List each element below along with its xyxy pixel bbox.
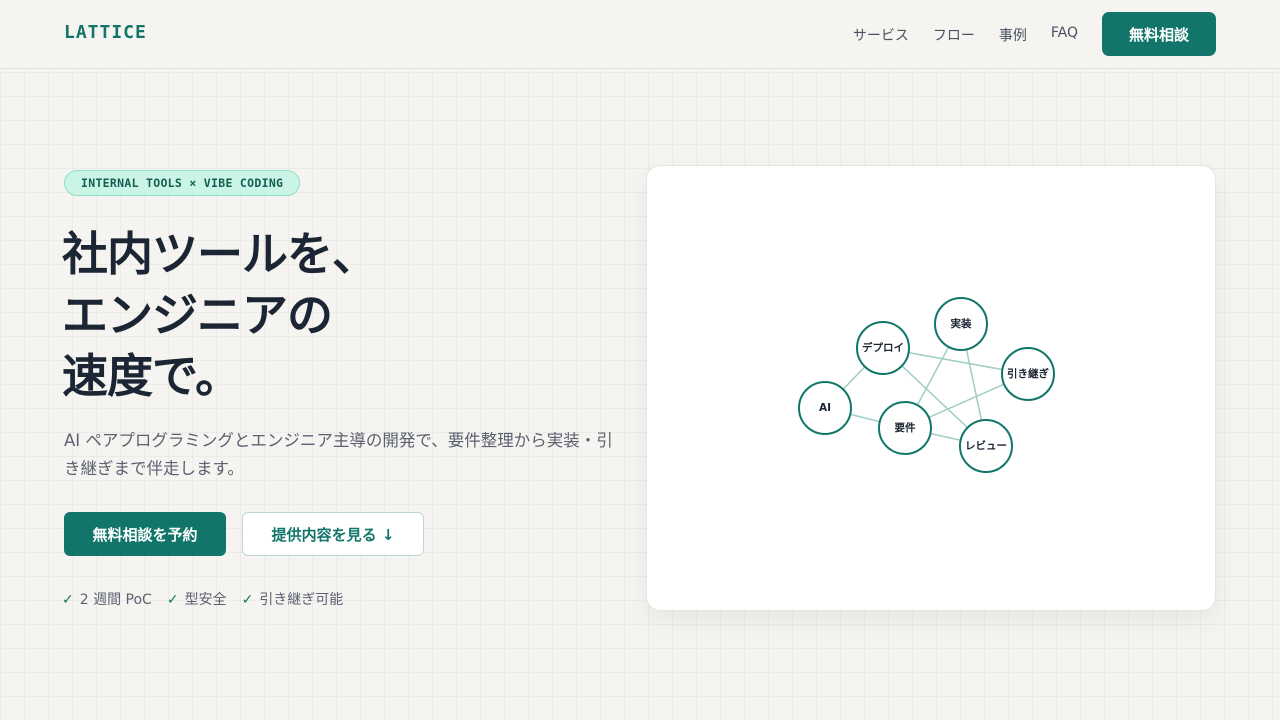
nav-item-cases[interactable]: 事例: [999, 25, 1027, 45]
workflow-graph: AI デプロイ 実装 引き継ぎ 要件 レビュー: [798, 297, 1055, 473]
nav-item-services[interactable]: サービス: [853, 25, 909, 45]
graph-node-label: 実装: [951, 317, 972, 330]
hero-description: AI ペアプログラミングとエンジニア主導の開発で、要件整理から実装・引き継ぎまで…: [64, 431, 613, 478]
graph-node: 引き継ぎ: [1001, 347, 1055, 401]
graph-node-label: レビュー: [965, 439, 1007, 452]
graph-node: デプロイ: [856, 321, 910, 375]
check-icon: ✓: [62, 592, 74, 608]
feature-item: ✓ 型安全: [167, 589, 227, 609]
feature-item: ✓ 2 週間 PoC: [62, 589, 152, 609]
main-nav: サービス フロー 事例 FAQ: [853, 25, 1078, 45]
hero-title-line: 社内ツールを、: [62, 227, 378, 281]
hero-badge: INTERNAL TOOLS × VIBE CODING: [64, 170, 301, 196]
graph-node-label: 引き継ぎ: [1007, 367, 1049, 380]
feature-item: ✓ 引き継ぎ可能: [242, 589, 344, 609]
hero-title-line: 速度で。: [62, 349, 241, 403]
check-icon: ✓: [166, 592, 179, 608]
free-consultation-button[interactable]: 無料相談: [1102, 12, 1216, 56]
feature-label: 2 週間 PoC: [79, 592, 152, 608]
graph-node: レビュー: [959, 419, 1013, 473]
check-icon: ✓: [241, 592, 254, 608]
feature-label: 型安全: [184, 592, 227, 608]
graph-card: AI デプロイ 実装 引き継ぎ 要件 レビュー: [646, 165, 1216, 611]
feature-list: ✓ 2 週間 PoC ✓ 型安全 ✓ 引き継ぎ可能: [62, 589, 343, 609]
hero-title-line: エンジニアの: [62, 288, 333, 342]
graph-node: 要件: [878, 401, 932, 455]
graph-node-label: デプロイ: [862, 341, 904, 354]
hero-title: 社内ツールを、 エンジニアの 速度で。: [62, 224, 378, 407]
graph-node-label: AI: [819, 402, 831, 414]
graph-node-label: 要件: [895, 421, 916, 434]
logo[interactable]: LATTICE: [64, 22, 147, 43]
site-header: LATTICE サービス フロー 事例 FAQ 無料相談: [0, 0, 1280, 69]
feature-label: 引き継ぎ可能: [259, 592, 344, 608]
book-consultation-button[interactable]: 無料相談を予約: [64, 512, 226, 556]
nav-item-flow[interactable]: フロー: [933, 25, 975, 45]
nav-item-faq[interactable]: FAQ: [1051, 25, 1078, 45]
view-services-button[interactable]: 提供内容を見る ↓: [242, 512, 424, 556]
graph-node: 実装: [934, 297, 988, 351]
graph-node: AI: [798, 381, 852, 435]
